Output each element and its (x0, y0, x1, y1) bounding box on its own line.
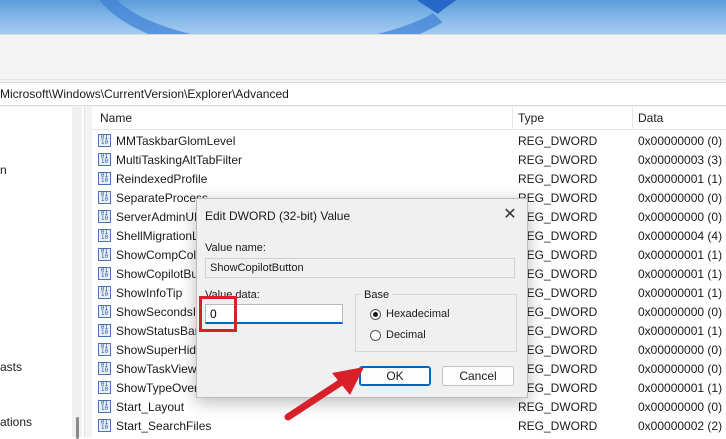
value-type-cell: REG_DWORD (518, 305, 598, 319)
value-data-cell: 0x00000000 (0) (638, 191, 723, 205)
value-type-cell: REG_DWORD (518, 362, 598, 376)
base-label: Base (361, 289, 393, 301)
key-tree[interactable]: n asts ations (0, 107, 85, 439)
red-arrow-icon (284, 367, 364, 421)
value-type-cell: REG_DWORD (518, 324, 598, 338)
reg-dword-icon: 01 10 (98, 286, 111, 299)
reg-dword-icon: 01 10 (98, 362, 111, 375)
tree-item[interactable]: asts (0, 360, 22, 374)
column-header: Name Type Data (92, 107, 726, 130)
table-row[interactable]: 01 10 Start_Layout REG_DWORD 0x00000000 (0) (92, 397, 726, 416)
reg-dword-icon: 01 10 (98, 324, 111, 337)
hexadecimal-radio[interactable] (370, 309, 381, 320)
cancel-button[interactable]: Cancel (442, 366, 514, 386)
value-data-cell: 0x00000000 (0) (638, 400, 723, 414)
address-bar[interactable]: Microsoft\Windows\CurrentVersion\Explore… (0, 82, 726, 106)
value-type-cell: REG_DWORD (518, 400, 598, 414)
address-path: Microsoft\Windows\CurrentVersion\Explore… (0, 87, 289, 101)
value-type-cell: REG_DWORD (518, 343, 598, 357)
value-name-cell: ReindexedProfile (116, 172, 208, 186)
value-data-cell: 0x00000002 (2) (638, 419, 723, 433)
reg-dword-icon: 01 10 (98, 343, 111, 356)
column-data-header[interactable]: Data (638, 111, 663, 125)
value-name-cell: ShowCopilotBu (116, 267, 199, 281)
value-type-cell: REG_DWORD (518, 191, 598, 205)
value-data-cell: 0x00000000 (0) (638, 134, 723, 148)
value-type-cell: REG_DWORD (518, 153, 598, 167)
value-name-cell: ShowSecondsIn (116, 305, 203, 319)
value-data-cell: 0x00000001 (1) (638, 172, 723, 186)
reg-dword-icon: 01 10 (98, 381, 111, 394)
value-name-cell: ShellMigrationL (116, 229, 199, 243)
value-name-cell: ShowStatusBar (116, 324, 199, 338)
value-data-cell: 0x00000000 (0) (638, 305, 723, 319)
column-name-header[interactable]: Name (100, 111, 132, 125)
menu-bar (0, 35, 726, 80)
value-name-cell: Start_SearchFiles (116, 419, 212, 433)
value-name-cell: Start_Layout (116, 400, 185, 414)
column-type-header[interactable]: Type (518, 111, 544, 125)
value-data-cell: 0x00000000 (0) (638, 343, 723, 357)
reg-dword-icon: 01 10 (98, 191, 111, 204)
tree-item[interactable]: n (0, 163, 7, 177)
table-row[interactable]: 01 10 Start_SearchFiles REG_DWORD 0x00000002… (92, 416, 726, 435)
value-data-cell: 0x00000001 (1) (638, 267, 723, 281)
value-name-cell: ShowCompColo (116, 248, 203, 262)
value-data-cell: 0x00000001 (1) (638, 286, 723, 300)
value-name-cell: ShowTypeOverl (116, 381, 201, 395)
value-type-cell: REG_DWORD (518, 267, 598, 281)
value-type-cell: REG_DWORD (518, 229, 598, 243)
tree-scrollbar[interactable] (72, 107, 82, 439)
value-data-cell: 0x00000001 (1) (638, 381, 723, 395)
value-type-cell: REG_DWORD (518, 381, 598, 395)
value-type-cell: REG_DWORD (518, 134, 598, 148)
reg-dword-icon: 01 10 (98, 248, 111, 261)
reg-dword-icon: 01 10 (98, 229, 111, 242)
desktop-wallpaper (0, 0, 726, 36)
reg-dword-icon: 01 10 (98, 400, 111, 413)
value-name-text: ShowCopilotButton (210, 262, 304, 274)
decimal-label[interactable]: Decimal (386, 329, 426, 341)
decimal-radio[interactable] (370, 330, 381, 341)
value-name-cell: SeparateProcess (116, 191, 209, 205)
value-type-cell: REG_DWORD (518, 286, 598, 300)
reg-dword-icon: 01 10 (98, 210, 111, 223)
value-name-cell: ShowTaskViewB (116, 362, 205, 376)
value-type-cell: REG_DWORD (518, 248, 598, 262)
value-type-cell: REG_DWORD (518, 210, 598, 224)
value-data-cell: 0x00000004 (4) (638, 229, 723, 243)
reg-dword-icon: 01 10 (98, 419, 111, 432)
reg-dword-icon: 01 10 (98, 134, 111, 147)
dialog-title: Edit DWORD (32-bit) Value (205, 209, 351, 223)
highlight-box (199, 296, 237, 332)
value-data-cell: 0x00000001 (1) (638, 248, 723, 262)
close-icon[interactable]: ✕ (497, 203, 523, 227)
table-row[interactable]: 01 10 ReindexedProfile REG_DWORD 0x00000001 … (92, 169, 726, 188)
tree-item[interactable]: ations (0, 415, 32, 429)
value-name-cell: ShowSuperHidd (116, 343, 203, 357)
reg-dword-icon: 01 10 (98, 172, 111, 185)
value-type-cell: REG_DWORD (518, 419, 598, 433)
table-row[interactable]: 01 10 MMTaskbarGlomLevel REG_DWORD 0x0000000… (92, 131, 726, 150)
value-type-cell: REG_DWORD (518, 172, 598, 186)
reg-dword-icon: 01 10 (98, 305, 111, 318)
reg-dword-icon: 01 10 (98, 153, 111, 166)
reg-dword-icon: 01 10 (98, 267, 111, 280)
value-name-field: ShowCopilotButton (205, 258, 515, 278)
value-data-cell: 0x00000000 (0) (638, 362, 723, 376)
value-name-label: Value name: (205, 242, 266, 254)
value-data-cell: 0x00000003 (3) (638, 153, 723, 167)
value-data-cell: 0x00000001 (1) (638, 324, 723, 338)
value-name-cell: MMTaskbarGlomLevel (116, 134, 236, 148)
value-name-cell: MultiTaskingAltTabFilter (116, 153, 243, 167)
base-group (355, 294, 517, 352)
hexadecimal-label[interactable]: Hexadecimal (386, 308, 450, 320)
value-name-cell: ServerAdminUI (116, 210, 198, 224)
value-name-cell: ShowInfoTip (116, 286, 183, 300)
value-data-cell: 0x00000000 (0) (638, 210, 723, 224)
table-row[interactable]: 01 10 MultiTaskingAltTabFilter REG_DWORD 0x0… (92, 150, 726, 169)
